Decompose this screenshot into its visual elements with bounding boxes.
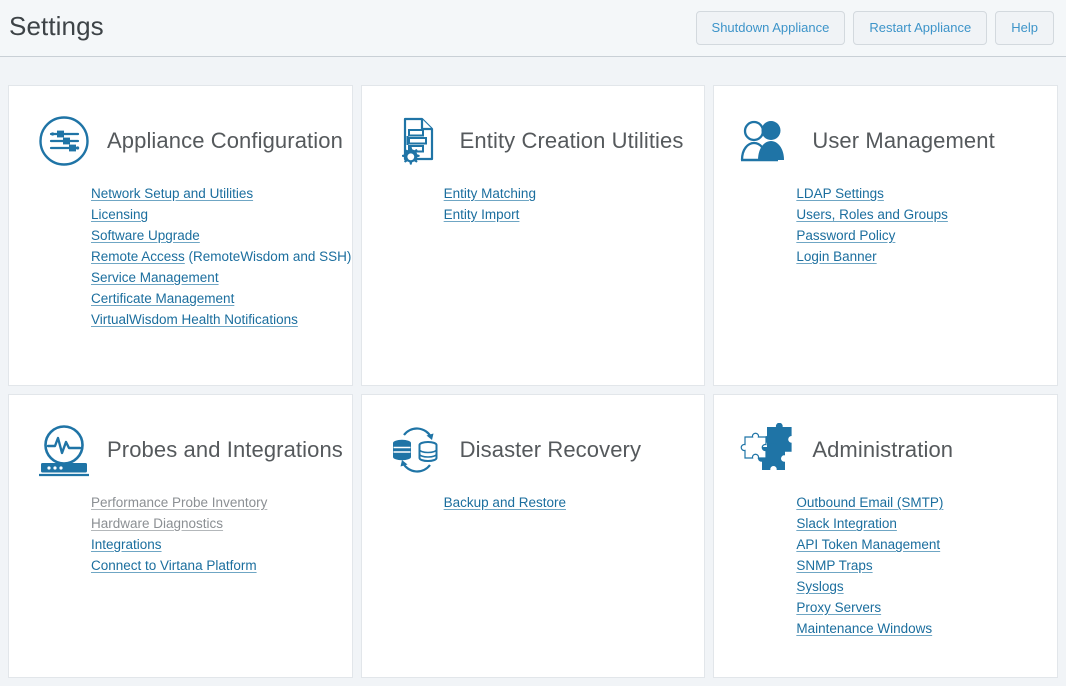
database-sync-icon	[388, 421, 446, 479]
help-button[interactable]: Help	[995, 11, 1054, 45]
probe-monitor-icon	[35, 421, 93, 479]
settings-card: User Management LDAP Settings Users, Roles…	[713, 85, 1058, 386]
card-link-item: Licensing	[91, 204, 352, 225]
card-title: Entity Creation Utilities	[459, 128, 684, 154]
users-icon	[740, 112, 798, 170]
card-title: User Management	[812, 128, 995, 154]
settings-link[interactable]: Connect to Virtana Platform	[91, 558, 257, 573]
settings-link: Performance Probe Inventory	[91, 495, 268, 510]
settings-link[interactable]: Software Upgrade	[91, 228, 200, 243]
settings-link[interactable]: Certificate Management	[91, 291, 234, 306]
card-link-list: Entity Matching Entity Import	[362, 183, 705, 225]
settings-link: Hardware Diagnostics	[91, 516, 224, 531]
card-link-item: Connect to Virtana Platform	[91, 555, 352, 576]
settings-link[interactable]: Entity Matching	[444, 186, 536, 201]
settings-card: Disaster Recovery Backup and Restore	[360, 394, 706, 678]
settings-link[interactable]: Backup and Restore	[444, 495, 566, 510]
card-title: Probes and Integrations	[107, 437, 343, 463]
card-link-list: LDAP Settings Users, Roles and Groups Pass…	[714, 183, 1057, 267]
header-actions: Shutdown Appliance Restart Appliance Help	[695, 11, 1058, 45]
settings-link[interactable]: API Token Management	[796, 537, 940, 552]
shutdown-appliance-button[interactable]: Shutdown Appliance	[695, 11, 846, 45]
card-link-list: Outbound Email (SMTP) Slack Integration AP…	[714, 492, 1057, 639]
card-header: Appliance Configuration	[9, 86, 352, 170]
card-link-item: Network Setup and Utilities	[91, 183, 352, 204]
settings-link[interactable]: Remote Access	[91, 249, 185, 264]
settings-link[interactable]: Outbound Email (SMTP)	[796, 495, 943, 510]
card-title: Disaster Recovery	[459, 437, 642, 463]
settings-link[interactable]: Maintenance Windows	[796, 621, 932, 636]
card-link-item: Login Banner	[796, 246, 1057, 267]
settings-link[interactable]: Users, Roles and Groups	[796, 207, 948, 222]
restart-appliance-button[interactable]: Restart Appliance	[853, 11, 988, 45]
card-link-item: Users, Roles and Groups	[796, 204, 1057, 225]
card-link-item: Entity Import	[444, 204, 705, 225]
card-link-item: Service Management	[91, 267, 352, 288]
settings-card: Probes and Integrations Performance Probe…	[8, 394, 353, 678]
settings-card: Administration Outbound Email (SMTP) Slack…	[713, 394, 1058, 678]
settings-link[interactable]: SNMP Traps	[796, 558, 872, 573]
card-link-item: Maintenance Windows	[796, 618, 1057, 639]
card-link-item: API Token Management	[796, 534, 1057, 555]
card-link-item: SNMP Traps	[796, 555, 1057, 576]
settings-link[interactable]: Licensing	[91, 207, 148, 222]
document-gear-icon	[388, 112, 446, 170]
card-link-item: Software Upgrade	[91, 225, 352, 246]
settings-link[interactable]: Integrations	[91, 537, 162, 552]
settings-link[interactable]: Password Policy	[796, 228, 895, 243]
page-header: Settings Shutdown Appliance Restart Appli…	[0, 0, 1066, 57]
settings-link[interactable]: Service Management	[91, 270, 219, 285]
card-link-item: Outbound Email (SMTP)	[796, 492, 1057, 513]
settings-link[interactable]: VirtualWisdom Health Notifications	[91, 312, 298, 327]
card-link-item: Certificate Management	[91, 288, 352, 309]
card-link-item: Performance Probe Inventory	[91, 492, 352, 513]
settings-link[interactable]: Network Setup and Utilities	[91, 186, 253, 201]
settings-cards-grid: Appliance Configuration Network Setup and…	[0, 57, 1066, 686]
card-header: Entity Creation Utilities	[362, 86, 705, 170]
card-header: Disaster Recovery	[362, 395, 705, 479]
card-link-item: Hardware Diagnostics	[91, 513, 352, 534]
card-link-item: Password Policy	[796, 225, 1057, 246]
card-title: Administration	[812, 437, 954, 463]
card-link-item: Integrations	[91, 534, 352, 555]
settings-link[interactable]: Entity Import	[444, 207, 520, 222]
card-link-list: Performance Probe Inventory Hardware Diag…	[9, 492, 352, 576]
card-link-item: Syslogs	[796, 576, 1057, 597]
settings-link-suffix: (RemoteWisdom and SSH)	[184, 249, 352, 264]
settings-card: Appliance Configuration Network Setup and…	[8, 85, 353, 386]
card-link-item: Backup and Restore	[444, 492, 705, 513]
card-link-list: Backup and Restore	[362, 492, 705, 513]
page-title: Settings	[9, 11, 104, 41]
card-link-item: Remote Access (RemoteWisdom and SSH)	[91, 246, 352, 267]
settings-link[interactable]: Syslogs	[796, 579, 843, 594]
settings-card: Entity Creation Utilities Entity Matching…	[360, 85, 706, 386]
card-title: Appliance Configuration	[107, 128, 343, 154]
settings-link[interactable]: Proxy Servers	[796, 600, 881, 615]
card-link-item: Slack Integration	[796, 513, 1057, 534]
card-link-item: LDAP Settings	[796, 183, 1057, 204]
puzzle-pieces-icon	[740, 421, 798, 479]
card-header: Probes and Integrations	[9, 395, 352, 479]
settings-link[interactable]: LDAP Settings	[796, 186, 884, 201]
card-header: Administration	[714, 395, 1057, 479]
card-link-item: Entity Matching	[444, 183, 705, 204]
card-link-list: Network Setup and Utilities Licensing Soft…	[9, 183, 352, 330]
settings-link[interactable]: Login Banner	[796, 249, 876, 264]
card-header: User Management	[714, 86, 1057, 170]
sliders-circle-icon	[35, 112, 93, 170]
card-link-item: VirtualWisdom Health Notifications	[91, 309, 352, 330]
settings-link[interactable]: Slack Integration	[796, 516, 897, 531]
card-link-item: Proxy Servers	[796, 597, 1057, 618]
